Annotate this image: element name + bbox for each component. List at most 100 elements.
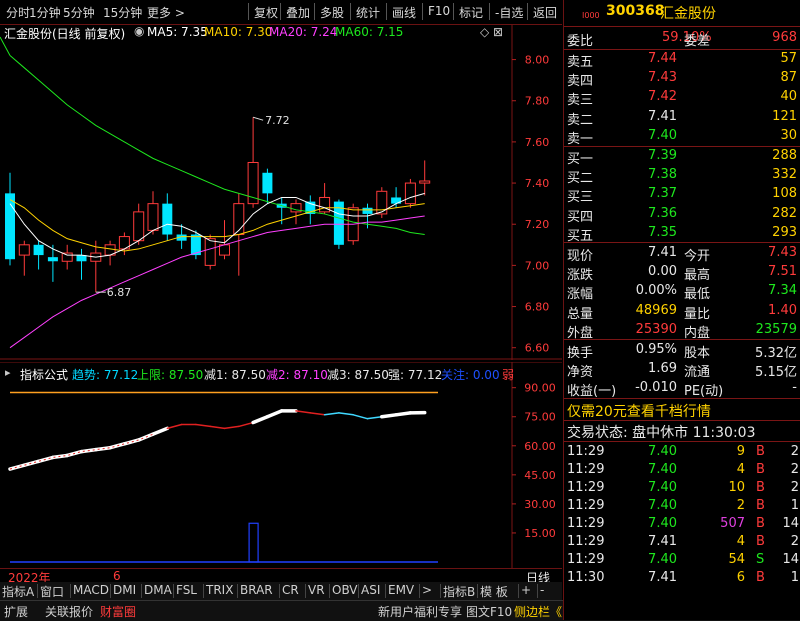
stat2-row: 净资1.69流通5.15亿 <box>564 360 800 379</box>
bid-volume: 282 <box>772 206 797 221</box>
toolbar-item-4[interactable]: 更多 > <box>147 4 185 21</box>
indicator-legend: ▸ 指标公式 趋势: 77.12 上限: 87.50 减1: 87.50 减2:… <box>0 366 520 380</box>
promo-link[interactable]: 仅需20元查看千档行情 <box>567 401 711 421</box>
quote-small-code: I000 <box>582 11 600 20</box>
indicator-tab-7[interactable]: BRAR <box>240 583 273 597</box>
bid-price: 7.36 <box>648 206 677 221</box>
date-month: 6 <box>113 569 121 583</box>
tick-volume: 4 <box>737 462 745 477</box>
stat-label: 总量 <box>567 303 593 322</box>
ask-label: 卖四 <box>567 70 593 89</box>
indicator-tab-10[interactable]: OBV <box>332 583 358 597</box>
y-tick-label: 7.60 <box>525 136 550 149</box>
bid-row[interactable]: 买二7.38332 <box>564 166 800 185</box>
tab-separator <box>237 584 238 598</box>
tab-separator <box>279 584 280 598</box>
candle-body-down <box>162 204 172 235</box>
indicator-tab-3[interactable]: DMI <box>113 583 136 597</box>
indicator-tab-17[interactable]: - <box>540 583 544 597</box>
stat-label: 流通 <box>684 361 710 380</box>
tab-separator <box>305 584 306 598</box>
indicator-weak: 弱 <box>502 366 514 383</box>
toolbar-item-right-7[interactable]: -自选 <box>495 4 523 21</box>
indicator-tab-14[interactable]: 指标B <box>443 583 475 600</box>
status-mid-1[interactable]: 图文F10 <box>466 603 512 620</box>
tick-side: B <box>756 498 765 513</box>
divider <box>564 398 800 399</box>
indicator-tab-11[interactable]: ASI <box>361 583 380 597</box>
tick-count: 2 <box>791 534 799 549</box>
ask-row[interactable]: 卖二7.41121 <box>564 108 800 127</box>
status-mid-0[interactable]: 新用户福利专享 <box>378 603 462 620</box>
chart-settings-icon[interactable]: ◇ ⊠ <box>480 25 503 39</box>
indicator-segment <box>382 415 396 417</box>
ma10-line <box>10 200 425 251</box>
toolbar-separator <box>248 3 249 20</box>
bid-row[interactable]: 买四7.36282 <box>564 205 800 224</box>
indicator-tab-12[interactable]: EMV <box>388 583 414 597</box>
toolbar-item-right-4[interactable]: 画线 <box>392 4 416 21</box>
bid-volume: 332 <box>772 167 797 182</box>
status-left-1[interactable]: 关联报价 <box>45 603 93 620</box>
high-annotation: 7.72 <box>265 114 290 127</box>
indicator-tab-13[interactable]: > <box>422 583 432 597</box>
bid-row[interactable]: 买一7.39288 <box>564 147 800 166</box>
ask-row[interactable]: 卖三7.4240 <box>564 88 800 107</box>
indicator-tab-6[interactable]: TRIX <box>206 583 233 597</box>
bid-row[interactable]: 买五7.35293 <box>564 224 800 243</box>
legend-toggle-icon[interactable]: ◉ <box>134 24 144 38</box>
bid-price: 7.38 <box>648 167 677 182</box>
indicator-tab-1[interactable]: 窗口 <box>40 583 64 600</box>
candle-body-down <box>391 197 401 203</box>
candle-body-up <box>62 253 72 261</box>
candle-body-down <box>363 208 373 214</box>
indicator-name[interactable]: 指标公式 <box>20 366 68 383</box>
ask-row[interactable]: 卖四7.4387 <box>564 69 800 88</box>
indicator-segment <box>10 465 24 469</box>
toolbar-item-right-6[interactable]: 标记 <box>459 4 483 21</box>
ask-row[interactable]: 卖一7.4030 <box>564 127 800 146</box>
candlestick-chart[interactable]: 8.007.807.607.407.207.006.806.607.726.87 <box>0 25 562 360</box>
indicator-segment <box>239 423 253 427</box>
indicator-chart[interactable]: 90.0075.0060.0045.0030.0015.00 <box>0 362 562 568</box>
indicator-tab-16[interactable]: + <box>521 583 531 597</box>
indicator-tab-2[interactable]: MACD <box>73 583 109 597</box>
stat-value: 23579 <box>756 322 797 337</box>
tick-time: 11:29 <box>567 552 604 567</box>
indicator-tab-0[interactable]: 指标A <box>2 583 34 600</box>
toolbar-item-1[interactable]: 1分钟 <box>29 4 61 21</box>
quote-name[interactable]: 汇金股份 <box>660 3 716 23</box>
toolbar-item-0[interactable]: 分时 <box>6 4 30 21</box>
status-left-0[interactable]: 扩展 <box>4 603 28 620</box>
indicator-tab-9[interactable]: VR <box>308 583 325 597</box>
toolbar-item-right-1[interactable]: 叠加 <box>286 4 310 21</box>
high-annotation-line <box>253 117 263 120</box>
indicator-menu-icon[interactable]: ▸ <box>5 366 11 379</box>
status-mid-2[interactable]: 侧边栏《 <box>514 603 562 620</box>
stat-label: 外盘 <box>567 322 593 341</box>
tick-price: 7.41 <box>648 570 677 585</box>
indicator-tab-5[interactable]: FSL <box>176 583 197 597</box>
ask-row[interactable]: 卖五7.4457 <box>564 50 800 69</box>
toolbar-item-3[interactable]: 15分钟 <box>103 4 142 21</box>
toolbar-item-right-0[interactable]: 复权 <box>254 4 278 21</box>
toolbar-item-right-3[interactable]: 统计 <box>356 4 380 21</box>
tab-separator <box>173 584 174 598</box>
tick-time: 11:29 <box>567 480 604 495</box>
tab-separator <box>141 584 142 598</box>
toolbar-item-2[interactable]: 5分钟 <box>63 4 95 21</box>
promo-row[interactable]: 仅需20元查看千档行情 <box>564 400 800 420</box>
toolbar-item-right-5[interactable]: F10 <box>428 4 450 18</box>
indicator-tab-4[interactable]: DMA <box>144 583 172 597</box>
ask-label: 卖三 <box>567 89 593 108</box>
tick-row: 11:297.409B2 <box>564 443 800 462</box>
status-left-2[interactable]: 财富圈 <box>100 603 136 620</box>
indicator-tab-15[interactable]: 模 板 <box>480 583 508 600</box>
legend-ma60: MA60: 7.15 <box>335 25 403 39</box>
stat-label: 涨幅 <box>567 283 593 302</box>
indicator-segment <box>153 428 167 434</box>
toolbar-item-right-8[interactable]: 返回 <box>533 4 557 21</box>
toolbar-item-right-2[interactable]: 多股 <box>320 4 344 21</box>
bid-row[interactable]: 买三7.37108 <box>564 185 800 204</box>
indicator-tab-8[interactable]: CR <box>282 583 299 597</box>
